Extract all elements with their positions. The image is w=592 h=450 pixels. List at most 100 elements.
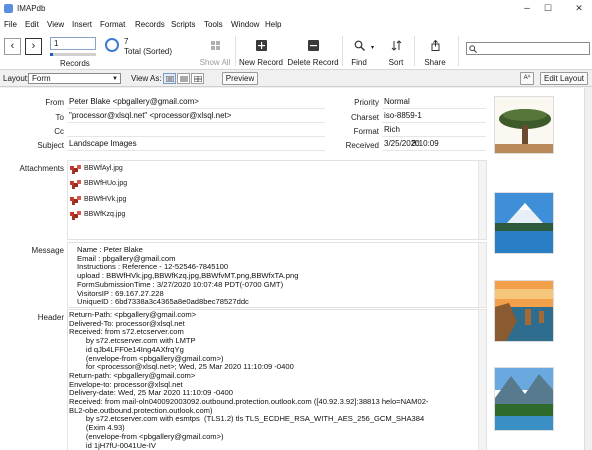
menu-insert[interactable]: Insert — [72, 20, 92, 29]
find-button[interactable]: Find — [344, 32, 374, 70]
record-form: From To Cc Subject Peter Blake <pbgaller… — [0, 88, 592, 450]
priority-label: Priority — [354, 98, 379, 107]
chevron-down-icon: ▼ — [112, 76, 118, 82]
image-thumbnail[interactable] — [494, 96, 554, 154]
attachment-name: BBWfKzq.jpg — [84, 211, 126, 218]
status-toolbar: ‹ › 1 Records 7 Total (Sorted) Show All … — [0, 32, 592, 70]
view-as-form-button[interactable] — [163, 73, 176, 84]
view-as-list-button[interactable] — [177, 73, 190, 84]
dragon-tree-image — [495, 97, 553, 153]
toolbar-divider — [414, 36, 415, 66]
header-scrollbar[interactable] — [478, 310, 486, 450]
form-view-icon — [166, 76, 174, 82]
app-icon — [4, 4, 13, 13]
header-field[interactable]: Return-Path: <pbgallery@gmail.com> Deliv… — [67, 309, 487, 450]
found-set-pie-icon — [105, 38, 119, 52]
sort-label: Sort — [388, 58, 404, 67]
layout-label: Layout: — [3, 74, 30, 83]
found-count: 7 — [124, 37, 129, 46]
show-all-icon — [211, 41, 220, 50]
format-label: Format — [353, 127, 379, 136]
toolbar-divider — [235, 36, 236, 66]
file-attachment-icon — [70, 180, 81, 189]
from-label: From — [45, 98, 64, 107]
subject-label: Subject — [37, 141, 64, 150]
mountain-lake-image — [495, 193, 553, 253]
attachments-scrollbar[interactable] — [478, 161, 486, 239]
attachment-name: BBWfHVk.jpg — [84, 196, 127, 203]
message-field[interactable]: Name : Peter Blake Email : pbgallery@gma… — [67, 242, 487, 308]
attachments-container — [67, 160, 487, 240]
menu-tools[interactable]: Tools — [204, 20, 223, 29]
image-thumbnail[interactable] — [494, 192, 554, 254]
to-label: To — [55, 113, 64, 122]
window-title: IMAPdb — [17, 4, 46, 13]
toolbar-divider — [458, 36, 459, 66]
message-scrollbar[interactable] — [478, 243, 486, 307]
new-record-label: New Record — [238, 58, 283, 67]
minimize-button[interactable]: – — [520, 2, 534, 15]
received-label: Received — [345, 141, 379, 150]
view-as-table-button[interactable] — [191, 73, 204, 84]
message-label: Message — [31, 246, 64, 255]
menu-scripts[interactable]: Scripts — [171, 20, 195, 29]
delete-record-icon — [308, 40, 319, 51]
new-record-button[interactable]: New Record — [238, 32, 284, 70]
coastal-cliffs-image — [495, 281, 553, 341]
attachment-name: BBWfAyl.jpg — [84, 165, 123, 172]
new-record-icon — [256, 40, 267, 51]
share-button[interactable]: Share — [420, 32, 450, 70]
menu-records[interactable]: Records — [135, 20, 165, 29]
edit-layout-button[interactable]: Edit Layout — [540, 72, 588, 85]
title-bar: IMAPdb – ☐ ✕ — [0, 0, 592, 17]
image-thumbnail[interactable] — [494, 280, 554, 342]
charset-field[interactable]: iso-8859-1 — [382, 110, 486, 123]
file-attachment-icon — [70, 165, 81, 174]
file-attachment-icon — [70, 196, 81, 205]
cc-label: Cc — [54, 127, 64, 136]
received-time: 8:10:09 — [412, 139, 439, 148]
sort-icon — [391, 40, 402, 51]
total-sorted-label: Total (Sorted) — [124, 47, 173, 56]
previous-record-button[interactable]: ‹ — [4, 38, 21, 55]
menu-format[interactable]: Format — [100, 20, 125, 29]
search-icon — [354, 40, 365, 51]
menu-edit[interactable]: Edit — [25, 20, 39, 29]
format-field[interactable]: Rich — [382, 124, 486, 137]
close-button[interactable]: ✕ — [572, 2, 586, 15]
maximize-button[interactable]: ☐ — [541, 2, 555, 15]
records-label: Records — [60, 59, 90, 68]
window-scrollbar[interactable] — [584, 88, 592, 450]
menu-window[interactable]: Window — [231, 20, 259, 29]
layout-select[interactable]: Form ▼ — [28, 73, 121, 84]
header-label: Header — [37, 313, 64, 322]
subject-field[interactable]: Landscape Images — [67, 138, 325, 151]
record-slider[interactable] — [50, 53, 96, 56]
received-field[interactable]: 3/25/2020 8:10:09 — [382, 138, 486, 151]
toolbar-divider — [342, 36, 343, 66]
find-label: Find — [351, 58, 367, 67]
preview-button[interactable]: Preview — [222, 72, 258, 85]
cc-field[interactable] — [67, 124, 325, 137]
priority-field[interactable]: Normal — [382, 96, 486, 109]
next-record-button[interactable]: › — [25, 38, 42, 55]
view-as-label: View As: — [131, 74, 162, 83]
message-text: Name : Peter Blake Email : pbgallery@gma… — [77, 245, 299, 307]
show-all-button[interactable]: Show All — [196, 32, 234, 70]
find-dropdown-icon[interactable]: ▾ — [371, 44, 374, 51]
menu-bar: File Edit View Insert Format Records Scr… — [0, 17, 592, 32]
image-thumbnail[interactable] — [494, 367, 554, 431]
quick-find-input[interactable] — [466, 42, 590, 55]
text-formatting-button[interactable]: Aᴬ — [520, 72, 534, 85]
menu-help[interactable]: Help — [265, 20, 281, 29]
current-record-field[interactable]: 1 — [50, 37, 96, 50]
record-slider-thumb[interactable] — [50, 53, 53, 56]
to-field[interactable]: "processor@xlsql.net" <processor@xlsql.n… — [67, 110, 325, 123]
delete-record-button[interactable]: Delete Record — [286, 32, 340, 70]
sort-button[interactable]: Sort — [382, 32, 410, 70]
table-view-icon — [194, 76, 202, 82]
menu-view[interactable]: View — [47, 20, 64, 29]
from-field[interactable]: Peter Blake <pbgallery@gmail.com> — [67, 96, 325, 109]
layout-select-value: Form — [32, 74, 51, 83]
menu-file[interactable]: File — [4, 20, 17, 29]
